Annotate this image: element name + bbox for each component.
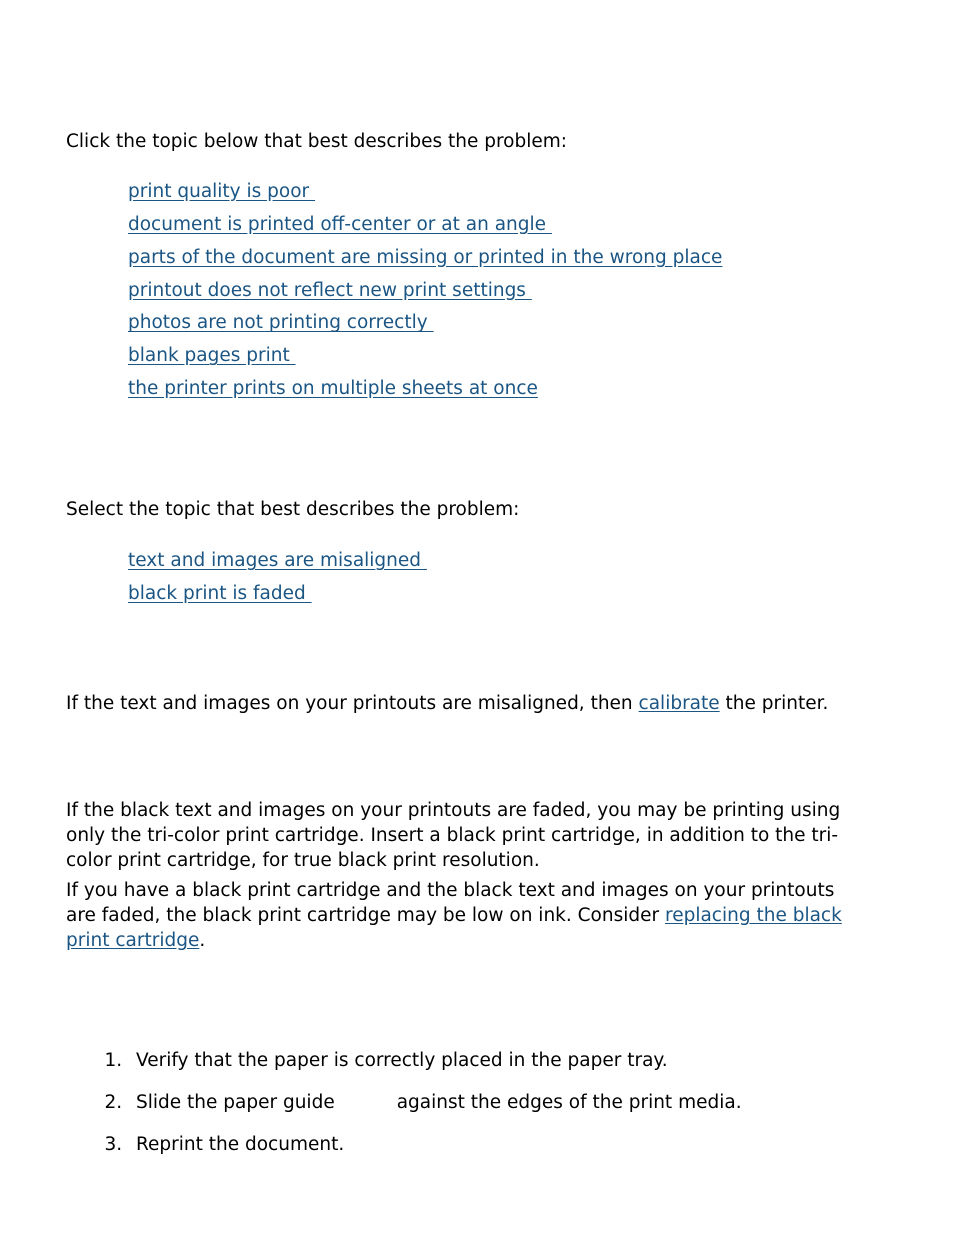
select-topic-link-list: text and images are misaligned black pri… <box>128 550 427 604</box>
problem-topic-link-4[interactable]: photos are not printing correctly <box>128 312 434 333</box>
step-text: Verify that the paper is correctly place… <box>136 1050 668 1071</box>
problem-topic-link-3[interactable]: printout does not reflect new print sett… <box>128 280 532 301</box>
inline-image-placeholder <box>335 1107 397 1108</box>
list-item: blank pages print <box>128 346 722 366</box>
step-item-1: Verify that the paper is correctly place… <box>128 1050 742 1072</box>
list-item: black print is faded <box>128 583 427 604</box>
list-item: parts of the document are missing or pri… <box>128 247 722 268</box>
calibrate-text-after: the printer. <box>719 693 829 714</box>
select-topic-intro-text: Select the topic that best describes the… <box>66 499 520 520</box>
select-topic-link-0[interactable]: text and images are misaligned <box>128 550 427 571</box>
help-document-page: Click the topic below that best describe… <box>0 0 954 1235</box>
step-text: Reprint the document. <box>136 1134 345 1156</box>
select-topic-link-1[interactable]: black print is faded <box>128 583 312 604</box>
list-item: text and images are misaligned <box>128 550 427 571</box>
problem-topic-link-1[interactable]: document is printed off-center or at an … <box>128 214 552 235</box>
calibrate-paragraph: If the text and images on your printouts… <box>66 692 862 717</box>
list-item: the printer prints on multiple sheets at… <box>128 378 722 399</box>
calibrate-text-before: If the text and images on your printouts… <box>66 693 639 714</box>
list-item: document is printed off-center or at an … <box>128 214 722 235</box>
step-item-3: Reprint the document. <box>128 1134 742 1156</box>
problem-topic-link-0[interactable]: print quality is poor <box>128 181 315 202</box>
faded-black-paragraph-2: If you have a black print cartridge and … <box>66 879 862 954</box>
problem-topic-link-6[interactable]: the printer prints on multiple sheets at… <box>128 378 538 399</box>
problem-topic-link-5[interactable]: blank pages print <box>128 345 296 366</box>
replace-cartridge-text-after: . <box>199 929 206 951</box>
problem-topic-link-list: print quality is poor document is printe… <box>128 181 722 399</box>
step-text-continued: against the edges of the print media. <box>396 1092 742 1114</box>
calibrate-link[interactable]: calibrate <box>639 693 720 714</box>
step-item-2: Slide the paper guide against the edges o… <box>128 1092 742 1114</box>
troubleshooting-steps-list: Verify that the paper is correctly place… <box>66 1050 742 1157</box>
list-item: print quality is poor <box>128 181 722 202</box>
faded-black-paragraph-1: If the black text and images on your pri… <box>66 800 841 871</box>
step-text: Slide the paper guide <box>136 1092 335 1114</box>
problem-list-intro-text: Click the topic below that best describe… <box>66 131 567 152</box>
problem-topic-link-2[interactable]: parts of the document are missing or pri… <box>128 247 722 268</box>
list-item: printout does not reflect new print sett… <box>128 280 722 301</box>
list-item: photos are not printing correctly <box>128 313 722 333</box>
